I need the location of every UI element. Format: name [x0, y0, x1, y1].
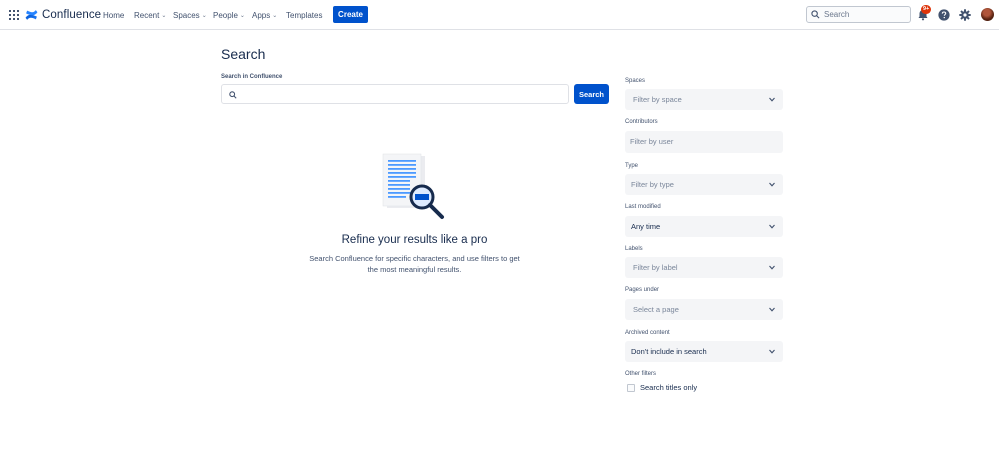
- filter-label-last-modified: Last modified: [625, 204, 661, 210]
- chevron-down-icon: [769, 265, 775, 270]
- search-titles-only-option[interactable]: Search titles only: [627, 383, 697, 392]
- search-field-label: Search in Confluence: [221, 74, 283, 80]
- filter-label-other: Other filters: [625, 371, 657, 377]
- chevron-down-icon: ⌄: [272, 12, 278, 19]
- contributors-filter-value: Filter by user: [630, 137, 674, 146]
- empty-state-description-line1: Search Confluence for specific character…: [309, 254, 520, 263]
- nav-people-label: People: [213, 10, 238, 20]
- empty-state-description-line2: the most meaningful results.: [367, 265, 462, 274]
- search-button[interactable]: Search: [574, 84, 609, 104]
- chevron-down-icon: [769, 97, 775, 102]
- chevron-down-icon: ⌄: [201, 12, 207, 19]
- search-titles-only-checkbox[interactable]: [627, 383, 635, 392]
- chevron-down-icon: [769, 224, 775, 229]
- app-name: Confluence: [42, 9, 102, 21]
- help-icon[interactable]: [938, 9, 950, 21]
- top-search-box[interactable]: [806, 6, 911, 23]
- confluence-logo-icon: [25, 10, 38, 20]
- filter-label-spaces: Spaces: [625, 78, 646, 84]
- search-icon: [229, 91, 237, 99]
- nav-spaces-label: Spaces: [173, 10, 200, 20]
- filter-label-type: Type: [625, 163, 639, 169]
- nav-apps[interactable]: Apps ⌄: [252, 9, 277, 21]
- nav-home-label: Home: [103, 10, 125, 20]
- type-filter-select[interactable]: Filter by type: [625, 174, 783, 195]
- top-navigation: Confluence Home Recent ⌄ Spaces ⌄ People ⌄ …: [0, 0, 999, 30]
- last-modified-filter-value: Any time: [631, 222, 661, 231]
- main-search-box[interactable]: [221, 84, 569, 104]
- search-icon: [811, 10, 820, 19]
- chevron-down-icon: ⌄: [239, 12, 245, 19]
- filter-label-labels: Labels: [625, 246, 643, 252]
- archived-filter-value: Don't include in search: [631, 347, 707, 356]
- labels-filter-select[interactable]: Filter by label: [625, 257, 783, 278]
- chevron-down-icon: [769, 182, 775, 187]
- top-search-input[interactable]: [824, 10, 908, 19]
- main-search-input[interactable]: [242, 88, 562, 101]
- create-button[interactable]: Create: [333, 6, 368, 23]
- spaces-filter-value: Filter by space: [633, 95, 682, 104]
- filter-label-archived: Archived content: [625, 330, 670, 336]
- nav-apps-label: Apps: [252, 10, 271, 20]
- archived-filter-select[interactable]: Don't include in search: [625, 341, 783, 362]
- pages-under-filter-value: Select a page: [633, 305, 679, 314]
- spaces-filter-select[interactable]: Filter by space: [625, 89, 783, 110]
- contributors-filter-input[interactable]: Filter by user: [625, 131, 783, 153]
- labels-filter-value: Filter by label: [633, 263, 678, 272]
- nav-templates-label: Templates: [286, 10, 323, 20]
- nav-templates[interactable]: Templates: [286, 9, 322, 21]
- empty-state-description: Search Confluence for specific character…: [309, 253, 520, 275]
- filter-label-pages-under: Pages under: [625, 287, 660, 293]
- gear-icon[interactable]: [959, 9, 971, 21]
- document-magnifier-illustration: [382, 153, 444, 219]
- page-title: Search: [221, 46, 266, 62]
- filter-label-contributors: Contributors: [625, 119, 658, 125]
- chevron-down-icon: [769, 349, 775, 354]
- pages-under-filter-select[interactable]: Select a page: [625, 299, 783, 320]
- chevron-down-icon: ⌄: [161, 12, 167, 19]
- empty-state-title: Refine your results like a pro: [341, 234, 488, 246]
- chevron-down-icon: [769, 307, 775, 312]
- nav-recent-label: Recent: [134, 10, 160, 20]
- app-switcher-icon[interactable]: [9, 10, 19, 20]
- type-filter-value: Filter by type: [631, 180, 674, 189]
- avatar[interactable]: [981, 8, 994, 21]
- nav-people[interactable]: People ⌄: [213, 9, 245, 21]
- confluence-logo[interactable]: Confluence: [25, 8, 101, 22]
- nav-spaces[interactable]: Spaces ⌄: [173, 9, 207, 21]
- last-modified-filter-select[interactable]: Any time: [625, 216, 783, 237]
- notification-badge: 9+: [921, 5, 932, 14]
- nav-home[interactable]: Home: [103, 9, 124, 21]
- search-titles-only-label: Search titles only: [640, 383, 698, 392]
- nav-recent[interactable]: Recent ⌄: [134, 9, 166, 21]
